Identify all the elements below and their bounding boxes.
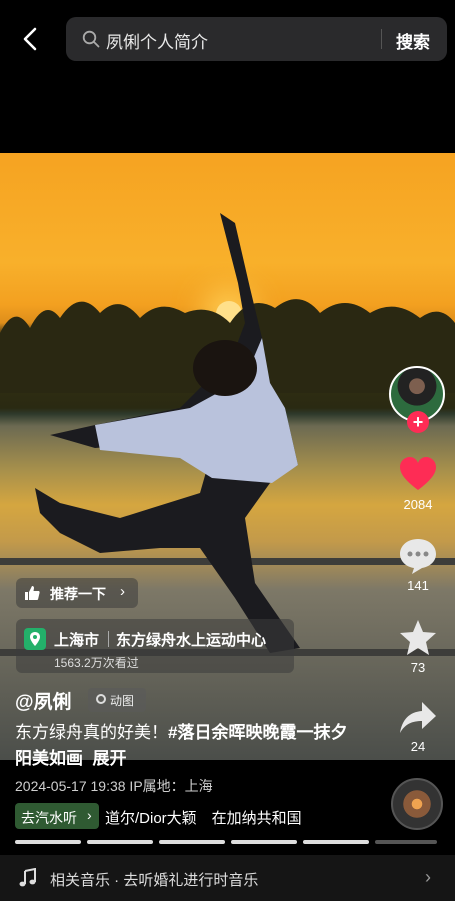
heart-icon[interactable] — [398, 455, 438, 495]
related-music-text: 相关音乐 · 去听婚礼进行时音乐 — [50, 872, 259, 889]
music-chip-label: 去汽水听 — [21, 810, 77, 826]
music-note-icon — [19, 868, 36, 887]
star-icon[interactable] — [398, 618, 438, 658]
progress-segment — [303, 840, 369, 844]
comment-count: 141 — [407, 578, 429, 593]
follow-plus-button[interactable]: + — [407, 411, 429, 433]
favorite-count: 73 — [410, 660, 426, 675]
thumbs-up-icon — [25, 586, 40, 600]
post-meta: 2024-05-17 19:38 IP属地：上海 — [15, 778, 213, 794]
search-divider — [381, 29, 382, 49]
dynamic-image-badge: 动图 — [88, 688, 146, 712]
chevron-right-icon: › — [120, 583, 125, 600]
progress-segment — [159, 840, 225, 844]
expand-button[interactable]: 展开 — [92, 749, 126, 768]
like-count: 2084 — [403, 497, 433, 512]
location-card[interactable]: 上海市 东方绿舟水上运动中心 1563.2万次看过 — [16, 619, 294, 673]
back-arrow-icon[interactable] — [18, 26, 44, 52]
search-icon — [82, 30, 100, 48]
video-description: 东方绿舟真的好美！#落日余晖映晚霞一抹夕阳美如画 展开 — [15, 720, 355, 772]
dynamic-label: 动图 — [110, 694, 135, 708]
search-button[interactable]: 搜索 — [396, 28, 430, 53]
progress-segment — [231, 840, 297, 844]
music-disc[interactable] — [391, 778, 443, 830]
progress-segment — [15, 840, 81, 844]
location-city: 上海市 — [54, 632, 100, 649]
share-icon[interactable] — [398, 698, 438, 738]
recommend-label: 推荐一下 — [50, 586, 106, 602]
progress-segment — [375, 840, 437, 844]
music-track-marquee[interactable]: 道尔/Dior大颖 在加纳共和国 — [105, 807, 330, 828]
description-text: 东方绿舟真的好美！ — [15, 723, 168, 742]
listen-in-qishui-button[interactable]: 去汽水听 › — [15, 803, 99, 829]
chevron-right-icon: › — [87, 807, 92, 823]
author-name[interactable]: @夙俐 — [15, 687, 72, 714]
location-pin-icon — [24, 628, 46, 650]
live-photo-icon — [96, 694, 106, 704]
location-place: 东方绿舟水上运动中心 — [116, 632, 267, 649]
location-views: 1563.2万次看过 — [54, 656, 139, 670]
progress-segment — [87, 840, 153, 844]
chevron-right-icon: › — [425, 867, 431, 887]
related-music-bar[interactable]: 相关音乐 · 去听婚礼进行时音乐 › — [0, 855, 455, 901]
location-separator — [108, 631, 109, 647]
share-count: 24 — [410, 739, 426, 754]
comment-icon[interactable] — [398, 536, 438, 576]
search-box[interactable]: 夙俐个人简介 搜索 — [66, 17, 447, 61]
search-query[interactable]: 夙俐个人简介 — [106, 28, 208, 53]
recommend-button[interactable]: 推荐一下 › — [16, 578, 138, 608]
